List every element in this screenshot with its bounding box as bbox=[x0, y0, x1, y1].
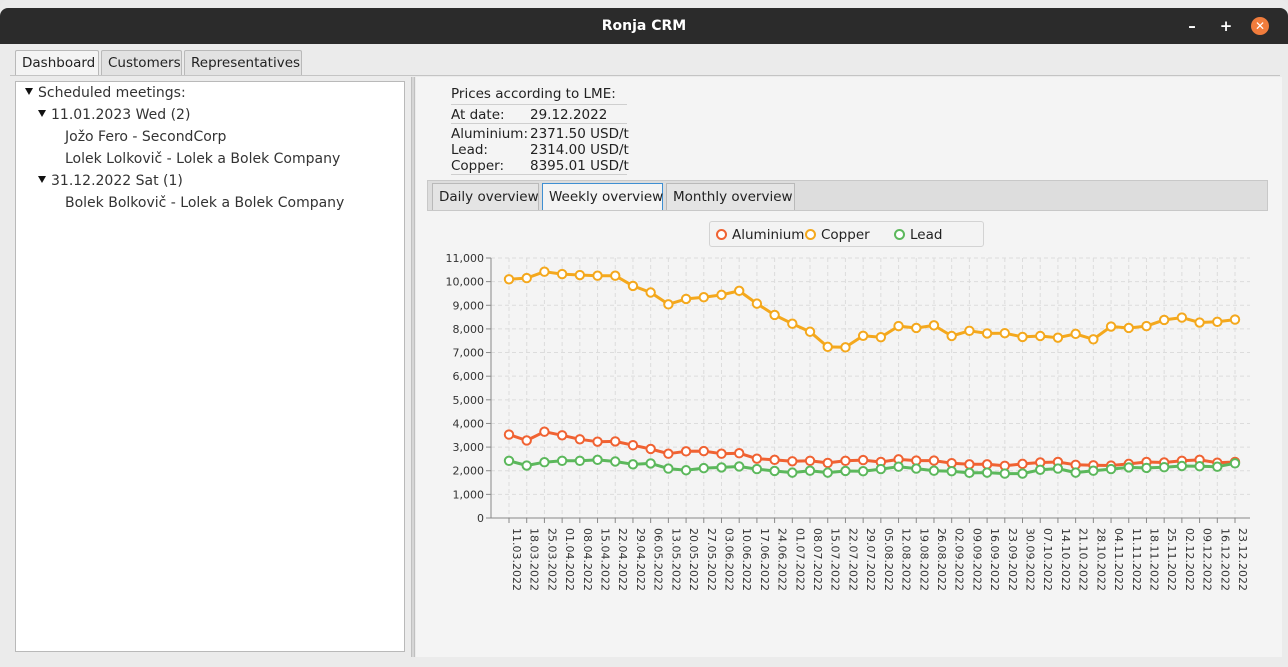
tree-group-label: 31.12.2022 Sat (1) bbox=[51, 173, 183, 189]
window-title: Ronja CRM bbox=[601, 18, 687, 34]
tree-item[interactable]: Jožo Fero - SecondCorp bbox=[65, 129, 226, 145]
copper-price: 8395.01 USD/t bbox=[530, 158, 629, 174]
expand-arrow-icon[interactable] bbox=[38, 110, 46, 117]
legend-marker bbox=[894, 229, 905, 240]
expand-arrow-icon[interactable] bbox=[25, 88, 33, 95]
minimize-button[interactable]: – bbox=[1183, 17, 1201, 35]
legend-label: Aluminium bbox=[732, 227, 805, 243]
tree-item[interactable]: Lolek Lolkovič - Lolek a Bolek Company bbox=[65, 151, 340, 167]
expand-arrow-icon[interactable] bbox=[38, 176, 46, 183]
aluminium-price: 2371.50 USD/t bbox=[530, 126, 629, 142]
tab-monthly-overview[interactable]: Monthly overview bbox=[666, 183, 795, 210]
lead-label: Lead: bbox=[451, 142, 488, 158]
legend-item-lead: Lead bbox=[894, 227, 942, 243]
tab-separator bbox=[10, 75, 1280, 76]
lead-price: 2314.00 USD/t bbox=[530, 142, 629, 158]
tab-representatives[interactable]: Representatives bbox=[184, 50, 302, 75]
app-window: Ronja CRM – + ✕ Dashboard Customers Repr… bbox=[0, 0, 1288, 667]
close-button[interactable]: ✕ bbox=[1251, 17, 1269, 35]
copper-label: Copper: bbox=[451, 158, 504, 174]
tree-group[interactable]: 31.12.2022 Sat (1) bbox=[38, 173, 183, 189]
tree-group-label: 11.01.2023 Wed (2) bbox=[51, 107, 191, 123]
legend-marker bbox=[805, 229, 816, 240]
legend-label: Copper bbox=[821, 227, 870, 243]
split-pane-divider[interactable] bbox=[411, 77, 415, 657]
lme-heading: Prices according to LME: bbox=[451, 86, 616, 102]
legend-label: Lead bbox=[910, 227, 943, 243]
separator bbox=[451, 174, 627, 175]
chart-legend: Aluminium Copper Lead bbox=[709, 221, 984, 247]
tree-root-label: Scheduled meetings: bbox=[38, 85, 186, 101]
date-label: At date: bbox=[451, 107, 505, 123]
date-value: 29.12.2022 bbox=[530, 107, 608, 123]
aluminium-label: Aluminium: bbox=[451, 126, 529, 142]
tab-dashboard[interactable]: Dashboard bbox=[15, 50, 99, 75]
tab-customers[interactable]: Customers bbox=[101, 50, 182, 75]
tab-weekly-overview[interactable]: Weekly overview bbox=[542, 183, 663, 210]
separator bbox=[451, 104, 627, 105]
legend-marker bbox=[716, 229, 727, 240]
tab-daily-overview[interactable]: Daily overview bbox=[432, 183, 539, 210]
legend-item-copper: Copper bbox=[805, 227, 870, 243]
separator bbox=[451, 123, 627, 124]
legend-item-aluminium: Aluminium bbox=[716, 227, 804, 243]
title-bar[interactable]: Ronja CRM – + ✕ bbox=[0, 8, 1288, 44]
tree-item[interactable]: Bolek Bolkovič - Lolek a Bolek Company bbox=[65, 195, 344, 211]
tree-group[interactable]: 11.01.2023 Wed (2) bbox=[38, 107, 190, 123]
tree-root[interactable]: Scheduled meetings: bbox=[25, 85, 186, 101]
maximize-button[interactable]: + bbox=[1217, 17, 1235, 35]
